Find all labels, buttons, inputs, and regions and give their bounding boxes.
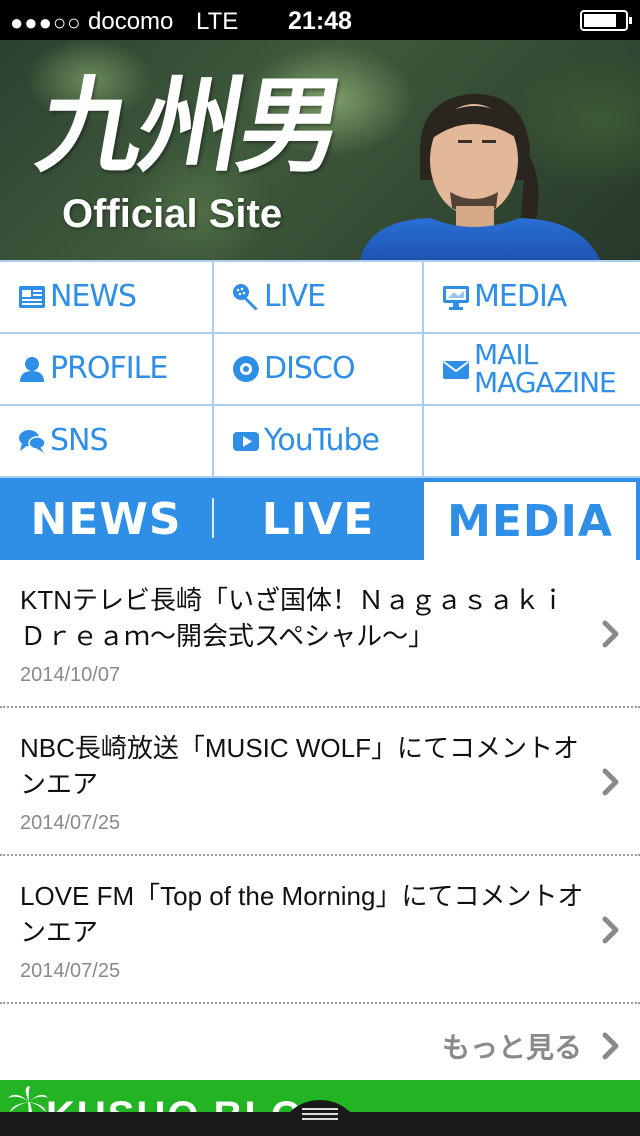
menu-line	[302, 1113, 338, 1115]
nav-item-media[interactable]: MEDIA	[424, 262, 640, 332]
nav-label-line2: MAGAZINE	[474, 366, 617, 399]
nav-item-live[interactable]: LIVE	[214, 262, 422, 332]
site-subtitle: Official Site	[62, 192, 283, 236]
play-icon	[233, 432, 259, 451]
nav-item-disco[interactable]: DISCO	[214, 334, 422, 404]
status-bar: ●●●○○ docomo LTE 21:48	[0, 0, 640, 40]
nav-label: MAIL MAGAZINE	[474, 341, 617, 399]
item-date: 2014/10/07	[20, 664, 121, 686]
clock: 21:48	[288, 7, 352, 35]
more-link[interactable]: もっと見る	[0, 1004, 640, 1078]
battery-icon	[580, 10, 632, 31]
nav-label: LIVE	[264, 279, 326, 314]
tab-bar: NEWS LIVE MEDIA	[0, 478, 640, 560]
item-date: 2014/07/25	[20, 960, 121, 982]
nav-item-empty	[424, 406, 640, 476]
nav-grid: NEWS LIVE MEDIA PROFILE DISCO MAIL MAGAZI…	[0, 260, 640, 478]
nav-item-news[interactable]: NEWS	[0, 262, 212, 332]
artist-photo	[360, 93, 600, 260]
list-item[interactable]: NBC長崎放送「MUSIC WOLF」にてコメントオンエア 2014/07/25	[0, 708, 640, 856]
tab-media[interactable]: MEDIA	[424, 478, 636, 560]
nav-label: MEDIA	[474, 279, 567, 314]
nav-item-youtube[interactable]: YouTube	[214, 406, 422, 476]
nav-label: YouTube	[264, 423, 380, 458]
nav-label: DISCO	[264, 351, 356, 386]
monitor-icon	[443, 286, 469, 310]
nav-item-profile[interactable]: PROFILE	[0, 334, 212, 404]
newspaper-icon	[19, 286, 45, 308]
chevron-right-icon	[602, 1032, 619, 1060]
nav-item-sns[interactable]: SNS	[0, 406, 212, 476]
tab-news[interactable]: NEWS	[0, 478, 212, 560]
nav-label: NEWS	[50, 279, 137, 314]
tab-live[interactable]: LIVE	[214, 478, 422, 560]
drawer-handle[interactable]	[250, 1094, 390, 1136]
speech-bubbles-icon	[19, 430, 46, 453]
nav-label: PROFILE	[50, 351, 168, 386]
hero-banner[interactable]: 九州男 Official Site	[0, 40, 640, 260]
menu-line	[302, 1108, 338, 1110]
item-title: NBC長崎放送「MUSIC WOLF」にてコメントオンエア	[20, 733, 580, 799]
person-icon	[20, 357, 44, 382]
chevron-right-icon	[602, 620, 619, 648]
item-date: 2014/07/25	[20, 812, 121, 834]
site-logo: 九州男	[29, 64, 351, 187]
chevron-right-icon	[602, 768, 619, 796]
disc-icon	[233, 356, 259, 382]
nav-label: SNS	[50, 423, 109, 458]
chevron-right-icon	[602, 916, 619, 944]
tab-edge	[636, 478, 640, 560]
list-item[interactable]: KTNテレビ長崎「いざ国体！ＮａｇａｓａｋｉＤｒｅａｍ〜開会式スペシャル〜」 2…	[0, 560, 640, 708]
more-label: もっと見る	[441, 1032, 582, 1063]
item-title: KTNテレビ長崎「いざ国体！ＮａｇａｓａｋｉＤｒｅａｍ〜開会式スペシャル〜」	[20, 585, 567, 651]
nav-item-mail-magazine[interactable]: MAIL MAGAZINE	[424, 334, 640, 404]
menu-line	[302, 1118, 338, 1120]
microphone-icon	[233, 284, 258, 310]
item-title: LOVE FM「Top of the Morning」にてコメントオンエア	[20, 881, 584, 947]
envelope-icon	[443, 361, 469, 379]
list-item[interactable]: LOVE FM「Top of the Morning」にてコメントオンエア 20…	[0, 856, 640, 1004]
